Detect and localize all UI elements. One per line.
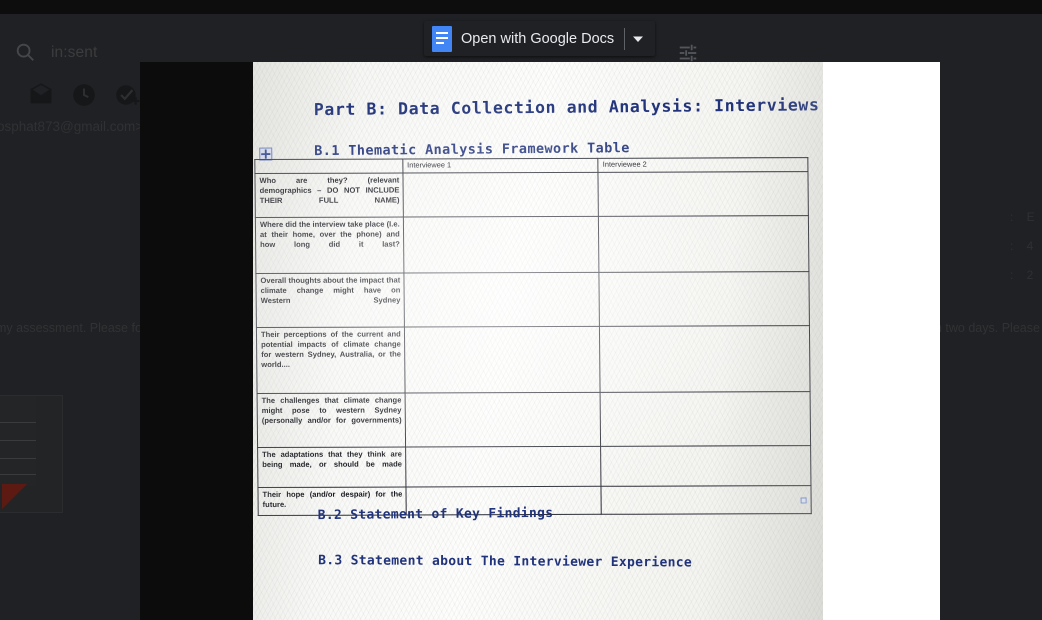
table-header-cell-1: Interviewee 1: [402, 158, 599, 173]
table-row: The adaptations that they think are bein…: [257, 445, 811, 488]
table-cell-interviewee2[interactable]: [599, 325, 811, 393]
table-row: Overall thoughts about the impact that c…: [255, 271, 810, 328]
edge-fragment-2: : 4: [1010, 239, 1039, 253]
open-with-label: Open with Google Docs: [461, 30, 615, 47]
archive-icon[interactable]: [28, 82, 54, 108]
table-cell-interviewee2[interactable]: [600, 391, 811, 447]
preview-left-gutter: [140, 62, 253, 620]
chevron-down-icon[interactable]: [625, 26, 651, 52]
table-cell-interviewee1[interactable]: [404, 326, 601, 393]
table-row: The challenges that climate change might…: [257, 391, 811, 448]
search-icon[interactable]: [14, 41, 36, 63]
thematic-analysis-table: Interviewee 1 Interviewee 2 Who are they…: [254, 157, 812, 516]
sender-email: josphat873@gmail.com>: [0, 119, 144, 134]
table-header-cell-2: Interviewee 2: [598, 157, 808, 173]
edge-fragment-1: : E: [1010, 210, 1040, 224]
table-cell-interviewee2[interactable]: [601, 485, 812, 515]
table-cell-interviewee1[interactable]: [403, 216, 600, 273]
table-row-label: Who are they? (relevant demographics – D…: [254, 172, 404, 218]
table-row-label: Overall thoughts about the impact that c…: [255, 272, 405, 328]
email-body-fragment-right: n two days. Please f: [935, 321, 1042, 335]
document-section-b1: B.1 Thematic Analysis Framework Table: [314, 140, 630, 160]
table-row: Their perceptions of the current and pot…: [256, 325, 811, 394]
table-cell-interviewee1[interactable]: [404, 392, 601, 447]
table-row-label: Their perceptions of the current and pot…: [256, 326, 405, 394]
table-cell-interviewee2[interactable]: [600, 445, 811, 487]
table-cell-interviewee2[interactable]: [598, 171, 809, 217]
search-input[interactable]: in:sent: [51, 44, 97, 62]
email-edge-fragments: : E : 4 : 2: [1010, 210, 1040, 297]
window-topbar: [0, 0, 1042, 14]
table-cell-interviewee2[interactable]: [599, 271, 810, 327]
document-section-b2: B.2 Statement of Key Findings: [317, 505, 554, 524]
table-row-label: Where did the interview take place (I.e.…: [255, 216, 404, 274]
app-root: in:sent josphat873@gmail.com> my assessm…: [0, 0, 1042, 620]
message-action-toolbar[interactable]: [0, 82, 145, 112]
table-cell-interviewee1[interactable]: [402, 172, 599, 217]
add-task-icon[interactable]: [114, 82, 140, 108]
table-cell-interviewee2[interactable]: [598, 215, 809, 273]
document-page: Part B: Data Collection and Analysis: In…: [253, 62, 823, 620]
table-cell-interviewee1[interactable]: [403, 272, 600, 327]
google-docs-icon: [432, 25, 452, 52]
table-header-cell-0: [254, 159, 403, 174]
table-row-label: The adaptations that they think are bein…: [257, 446, 406, 488]
email-body-fragment-left: my assessment. Please fo: [0, 321, 142, 335]
tune-icon[interactable]: [676, 42, 700, 64]
table-cell-interviewee1[interactable]: [405, 446, 602, 487]
snooze-clock-icon[interactable]: [71, 82, 97, 108]
open-with-google-docs-button[interactable]: Open with Google Docs: [424, 21, 656, 56]
table-resize-handle[interactable]: [800, 497, 807, 504]
document-title: Part B: Data Collection and Analysis: In…: [313, 95, 820, 120]
table-row-label: The challenges that climate change might…: [257, 392, 406, 448]
attachment-thumbnail: Interviewee: [0, 396, 36, 486]
edge-fragment-3: : 2: [1010, 268, 1039, 282]
table-row: Who are they? (relevant demographics – D…: [254, 171, 809, 218]
document-photo: Part B: Data Collection and Analysis: In…: [253, 62, 823, 620]
attachment-preview-overlay: Part B: Data Collection and Analysis: In…: [140, 62, 940, 620]
attachment-card[interactable]: Interviewee ).pdf: [0, 395, 63, 513]
document-section-b3: B.3 Statement about The Interviewer Expe…: [318, 553, 693, 571]
table-row: Where did the interview take place (I.e.…: [255, 215, 809, 274]
pdf-corner-fold-icon: [2, 484, 27, 509]
